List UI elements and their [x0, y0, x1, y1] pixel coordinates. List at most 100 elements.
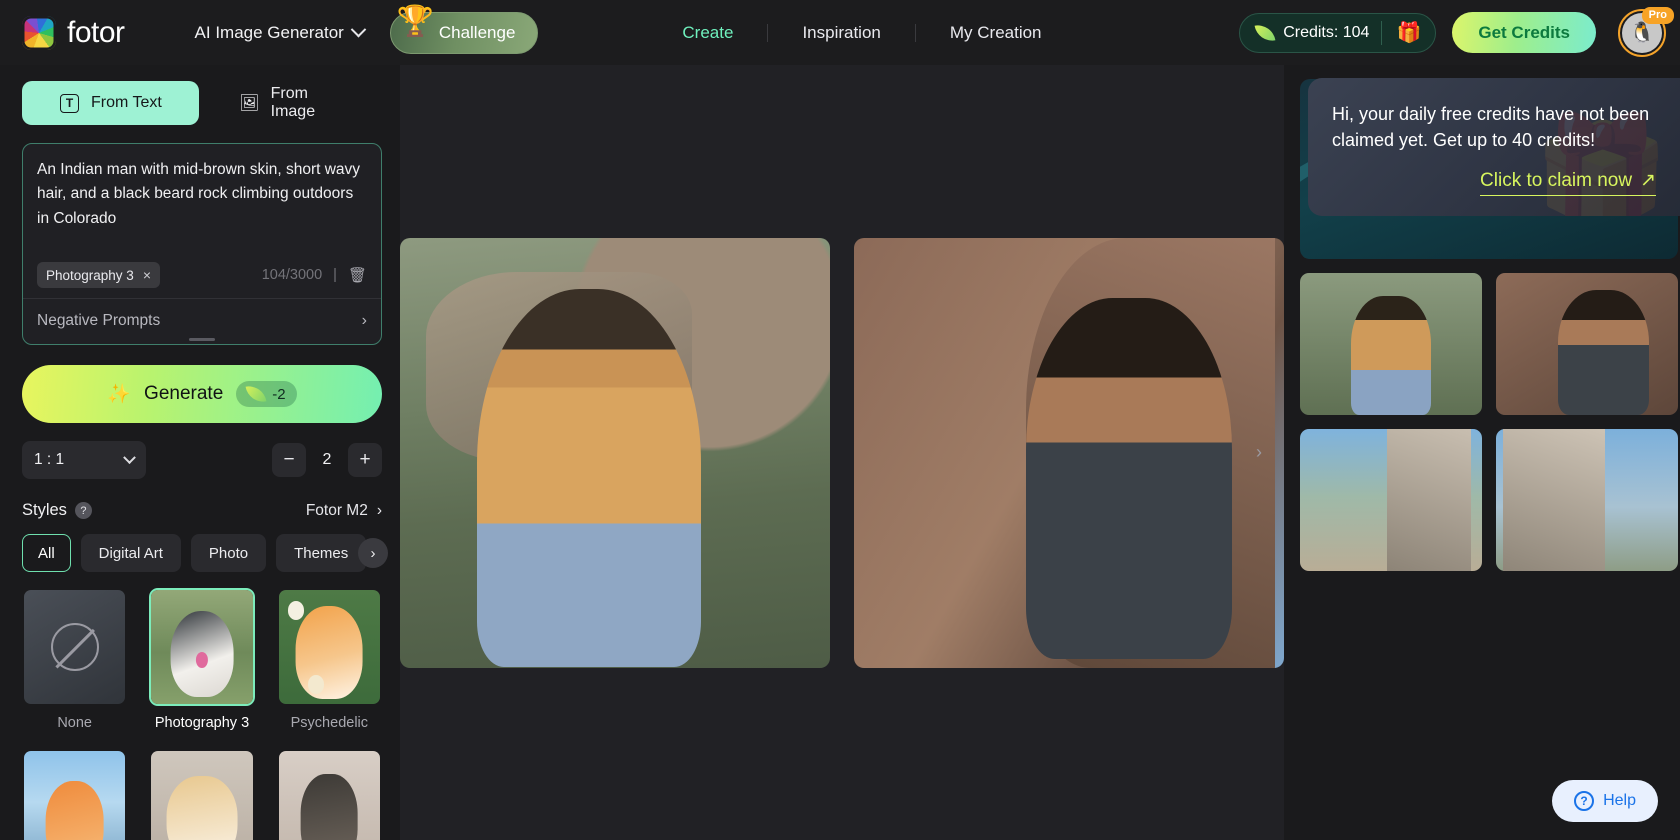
brand[interactable]: fotor	[22, 15, 125, 50]
magic-wand-icon: ✨	[107, 384, 132, 405]
style-label: Photography 3	[154, 715, 250, 731]
no-style-icon	[24, 590, 126, 704]
resize-grip[interactable]	[189, 338, 215, 341]
header-actions: Credits: 104 🎁 Get Credits 🐧 Pro	[1239, 6, 1674, 57]
style-grid: None Photography 3 Psychedelic	[22, 588, 382, 840]
increment-button[interactable]: +	[348, 443, 382, 477]
history-thumbnail-3[interactable]	[1300, 429, 1482, 571]
chevron-right-icon[interactable]: ›	[358, 538, 388, 568]
tab-from-text-label: From Text	[91, 94, 162, 111]
generate-cost: -2	[236, 381, 297, 407]
app-switcher-label: AI Image Generator	[194, 22, 344, 42]
leaf-icon	[1254, 22, 1276, 43]
nav-item-inspiration[interactable]: Inspiration	[768, 23, 914, 43]
trash-icon[interactable]: 🗑	[348, 266, 367, 284]
style-thumbnail	[22, 749, 127, 840]
style-filter-all[interactable]: All	[22, 534, 71, 572]
nav-item-my-creation[interactable]: My Creation	[916, 23, 1076, 43]
challenge-button[interactable]: 🏆 Challenge	[389, 6, 539, 54]
challenge-label: Challenge	[438, 22, 516, 42]
input-mode-tabs: T From Text 🖼 From Image	[22, 81, 382, 125]
toast-cta-row: Click to claim now ↗	[1332, 169, 1656, 197]
app-root: fotor AI Image Generator 🏆 Challenge Cre…	[0, 0, 1680, 840]
aspect-ratio-value: 1 : 1	[34, 451, 65, 468]
image-count-value: 2	[322, 451, 332, 468]
credits-divider	[1381, 20, 1383, 45]
image-icon: 🖼	[239, 95, 260, 112]
style-label: None	[57, 715, 92, 731]
style-model-label: Fotor M2	[305, 501, 368, 519]
decrement-button[interactable]: −	[272, 443, 306, 477]
claim-credits-link[interactable]: Click to claim now ↗	[1480, 169, 1656, 197]
help-label: Help	[1603, 792, 1636, 809]
style-filter-digital-art[interactable]: Digital Art	[80, 534, 181, 572]
image-count-stepper: − 2 +	[272, 443, 382, 477]
style-model-selector[interactable]: Fotor M2 ›	[306, 502, 382, 520]
style-filter-row: All Digital Art Photo Themes ›	[22, 534, 388, 572]
get-credits-button[interactable]: Get Credits	[1452, 12, 1596, 53]
aspect-ratio-select[interactable]: 1 : 1	[22, 441, 146, 479]
style-thumbnail	[277, 749, 382, 840]
style-item-4[interactable]	[22, 749, 127, 840]
question-mark-icon[interactable]: ?	[74, 502, 92, 519]
left-sidebar: T From Text 🖼 From Image An Indian man w…	[0, 65, 400, 840]
leaf-icon	[245, 383, 267, 405]
chevron-right-icon: ›	[376, 501, 382, 519]
pro-badge: Pro	[1641, 6, 1674, 24]
prompt-chip-row: Photography 3 × 104/3000 | 🗑	[37, 262, 367, 288]
history-thumbnail-2[interactable]	[1496, 273, 1678, 415]
prompt-counter: 104/3000	[261, 267, 323, 283]
prompt-box[interactable]: An Indian man with mid-brown skin, short…	[22, 143, 382, 345]
app-switcher[interactable]: AI Image Generator	[194, 21, 367, 43]
history-thumbnail-1[interactable]	[1300, 273, 1482, 415]
fotor-logo-icon	[22, 15, 56, 50]
styles-title: Styles	[22, 501, 67, 519]
tab-from-image[interactable]: 🖼 From Image	[213, 81, 382, 125]
app-header: fotor AI Image Generator 🏆 Challenge Cre…	[0, 0, 1680, 65]
history-thumbnail-4[interactable]	[1496, 429, 1678, 571]
style-filter-photo[interactable]: Photo	[190, 534, 267, 572]
style-thumbnail	[149, 749, 254, 840]
style-item-photography-3[interactable]: Photography 3	[149, 588, 255, 731]
style-label: Psychedelic	[290, 715, 369, 731]
style-chip-label: Photography 3	[46, 267, 134, 283]
nav-item-create[interactable]: Create	[648, 23, 767, 43]
result-image-1[interactable]	[400, 237, 830, 668]
claim-credits-label: Click to claim now	[1480, 169, 1633, 191]
credits-toast: ✕ 🎁 Hi, your daily free credits have not…	[1308, 78, 1680, 217]
prompt-counter-group: 104/3000 | 🗑	[262, 266, 367, 284]
tab-from-text[interactable]: T From Text	[22, 81, 199, 125]
style-thumbnail	[277, 588, 382, 706]
style-thumbnail	[22, 588, 127, 706]
chevron-right-icon[interactable]: ›	[1248, 435, 1270, 471]
chevron-right-icon: ›	[361, 312, 367, 329]
gift-icon[interactable]: 🎁	[1394, 20, 1431, 45]
trophy-icon: 🏆	[396, 4, 435, 38]
counter-divider: |	[333, 267, 337, 283]
result-image-2[interactable]	[854, 237, 1284, 668]
credits-label-wrap: Credits: 104	[1254, 22, 1369, 43]
prompt-input[interactable]: An Indian man with mid-brown skin, short…	[37, 158, 367, 254]
text-box-icon: T	[59, 93, 80, 114]
ratio-and-count-row: 1 : 1 − 2 +	[22, 441, 382, 479]
style-chip[interactable]: Photography 3 ×	[37, 262, 161, 288]
style-item-psychedelic[interactable]: Psychedelic	[277, 588, 382, 731]
avatar[interactable]: 🐧 Pro	[1618, 6, 1674, 57]
style-item-none[interactable]: None	[22, 588, 127, 731]
toast-message: Hi, your daily free credits have not bee…	[1332, 104, 1650, 150]
style-item-6[interactable]	[277, 749, 382, 840]
help-button[interactable]: ? Help	[1552, 780, 1658, 822]
arrow-up-right-icon: ↗	[1640, 170, 1656, 192]
result-canvas: ›	[400, 65, 1284, 840]
tab-from-image-label: From Image	[270, 85, 316, 120]
generate-button[interactable]: ✨ Generate -2	[22, 365, 382, 423]
history-grid	[1300, 273, 1678, 571]
close-icon[interactable]: ×	[143, 267, 151, 283]
negative-prompts-label: Negative Prompts	[37, 312, 161, 329]
generate-cost-value: -2	[272, 385, 286, 403]
generate-label: Generate	[144, 383, 224, 404]
chevron-down-icon	[350, 21, 367, 38]
credits-pill[interactable]: Credits: 104 🎁	[1239, 12, 1437, 53]
style-item-5[interactable]	[149, 749, 254, 840]
style-filter-themes[interactable]: Themes	[276, 534, 367, 572]
